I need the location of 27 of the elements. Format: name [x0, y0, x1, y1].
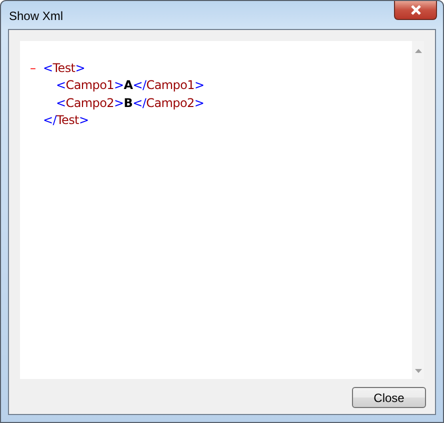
scroll-down-arrow-icon[interactable] [414, 369, 422, 373]
xml-bracket: > [194, 96, 204, 110]
xml-bracket: < [56, 96, 66, 110]
xml-tag-name: Campo1 [146, 78, 194, 92]
scroll-up-arrow-icon[interactable] [414, 49, 422, 53]
xml-bracket: < [43, 60, 53, 75]
collapse-toggle[interactable]: – [30, 60, 43, 75]
xml-bracket: > [114, 96, 124, 110]
close-icon [410, 5, 422, 15]
xml-value: B [124, 96, 133, 110]
xml-tag-name: Campo2 [66, 96, 114, 110]
xml-bracket: </ [132, 78, 146, 92]
window-title: Show Xml [9, 9, 64, 23]
xml-bracket: > [75, 60, 85, 75]
close-button[interactable]: Close [352, 387, 426, 408]
xml-bracket: > [114, 78, 124, 92]
xml-value: A [124, 78, 133, 92]
close-button[interactable] [394, 1, 437, 20]
xml-bracket: </ [43, 113, 56, 128]
xml-bracket: > [194, 78, 204, 92]
xml-tag-name: Campo2 [146, 96, 194, 110]
xml-bracket: < [56, 78, 66, 92]
xml-bracket: </ [132, 96, 146, 110]
xml-tag-name: Test [52, 60, 76, 75]
xml-bracket: > [78, 113, 89, 128]
xml-tag-name: Campo1 [66, 78, 114, 92]
xml-tag-name: Test [56, 113, 79, 128]
